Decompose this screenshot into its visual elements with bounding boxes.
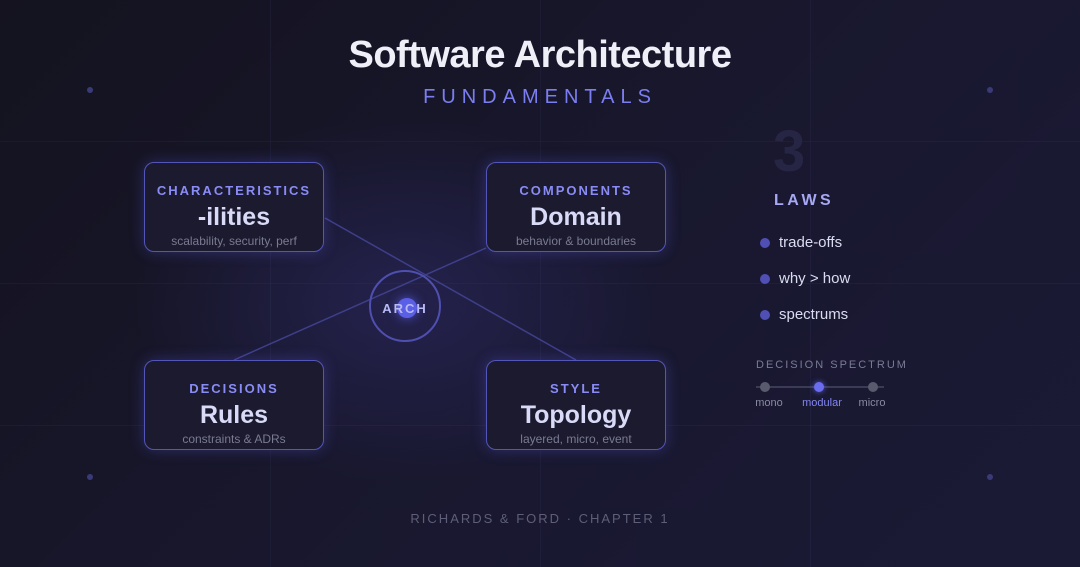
bullet-dot bbox=[760, 238, 770, 248]
spectrum-node-micro[interactable] bbox=[868, 382, 878, 392]
card-description: constraints & ADRs bbox=[182, 432, 286, 446]
card-decisions[interactable]: DECISIONS Rules constraints & ADRs bbox=[144, 360, 324, 450]
spectrum-label: micro bbox=[858, 397, 886, 409]
card-name: Topology bbox=[520, 401, 632, 429]
connector-lines bbox=[233, 217, 577, 361]
arch-hub[interactable]: ARCH bbox=[369, 270, 441, 342]
law-text: trade-offs bbox=[779, 234, 843, 251]
card-characteristics[interactable]: CHARACTERISTICS -ilities scalability, se… bbox=[144, 162, 324, 252]
card-category: STYLE bbox=[550, 381, 602, 396]
card-category: DECISIONS bbox=[189, 381, 279, 396]
card-description: behavior & boundaries bbox=[515, 234, 637, 248]
spectrum-node-mono[interactable] bbox=[760, 382, 770, 392]
card-name: -ilities bbox=[197, 203, 271, 231]
card-name: Rules bbox=[199, 401, 269, 429]
spectrum-title: DECISION SPECTRUM bbox=[756, 359, 908, 371]
card-category: COMPONENTS bbox=[519, 183, 633, 198]
bullet-dot bbox=[760, 274, 770, 284]
card-category: CHARACTERISTICS bbox=[156, 183, 312, 198]
law-text: why > how bbox=[779, 270, 851, 287]
footer-credit: RICHARDS & FORD · CHAPTER 1 bbox=[410, 511, 670, 526]
bullet-dot bbox=[760, 310, 770, 320]
connector-line bbox=[233, 247, 487, 361]
card-description: layered, micro, event bbox=[520, 432, 632, 446]
spectrum-label: mono bbox=[755, 397, 783, 409]
card-style[interactable]: STYLE Topology layered, micro, event bbox=[486, 360, 666, 450]
hub-label: ARCH bbox=[382, 301, 428, 316]
law-text: spectrums bbox=[779, 306, 849, 323]
laws-number: 3 bbox=[773, 119, 806, 184]
spectrum-node-modular[interactable] bbox=[814, 382, 824, 392]
laws-title: LAWS bbox=[774, 192, 835, 209]
card-name: Domain bbox=[530, 203, 622, 231]
card-description: scalability, security, perf bbox=[171, 234, 297, 248]
card-components[interactable]: COMPONENTS Domain behavior & boundaries bbox=[486, 162, 666, 252]
